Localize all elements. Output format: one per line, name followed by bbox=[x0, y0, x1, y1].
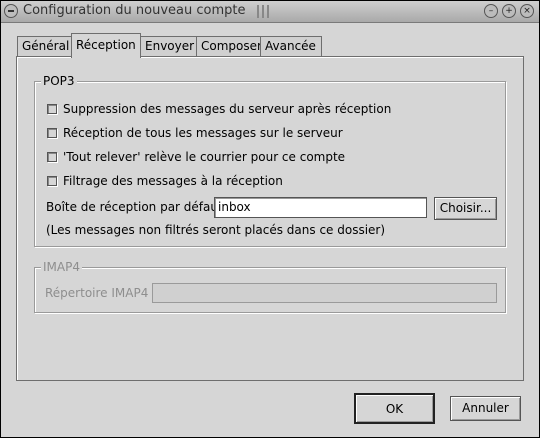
option-label: Réception de tous les messages sur le se… bbox=[63, 126, 343, 140]
pop3-legend: POP3 bbox=[41, 74, 77, 88]
option-fetch-all[interactable]: 'Tout relever' relève le courrier pour c… bbox=[47, 149, 345, 165]
imap4-directory-input[interactable] bbox=[152, 283, 497, 303]
tab-composer[interactable]: Composer bbox=[196, 36, 262, 57]
title-grip-icon bbox=[257, 5, 269, 18]
checkbox[interactable] bbox=[47, 104, 57, 114]
inbox-input[interactable]: inbox bbox=[214, 197, 427, 218]
tab-reception[interactable]: Réception bbox=[71, 33, 141, 58]
option-delete-after-receive[interactable]: Suppression des messages du serveur aprè… bbox=[47, 101, 391, 117]
title-bar[interactable]: Configuration du nouveau compte – + × bbox=[1, 1, 539, 23]
tab-avancee[interactable]: Avancée bbox=[260, 36, 322, 57]
option-receive-all[interactable]: Réception de tous les messages sur le se… bbox=[47, 125, 343, 141]
ok-button[interactable]: OK bbox=[354, 393, 435, 424]
imap4-directory-label: Répertoire IMAP4 bbox=[45, 286, 149, 300]
choose-folder-button[interactable]: Choisir... bbox=[434, 197, 497, 220]
tab-general[interactable]: Général bbox=[17, 36, 72, 57]
option-label: 'Tout relever' relève le courrier pour c… bbox=[63, 150, 346, 164]
cancel-button[interactable]: Annuler bbox=[450, 396, 521, 421]
option-filter-on-receive[interactable]: Filtrage des messages à la réception bbox=[47, 173, 283, 189]
inbox-note: (Les messages non filtrés seront placés … bbox=[46, 223, 386, 237]
dialog-window: Configuration du nouveau compte – + × Gé… bbox=[0, 0, 540, 438]
checkbox[interactable] bbox=[47, 128, 57, 138]
window-menu-icon[interactable] bbox=[4, 4, 18, 18]
maximize-icon[interactable]: + bbox=[502, 4, 516, 18]
tab-envoyer[interactable]: Envoyer bbox=[140, 36, 197, 57]
option-label: Suppression des messages du serveur aprè… bbox=[63, 102, 392, 116]
option-label: Filtrage des messages à la réception bbox=[63, 174, 283, 188]
minimize-icon[interactable]: – bbox=[484, 4, 498, 18]
close-icon[interactable]: × bbox=[520, 4, 534, 18]
checkbox[interactable] bbox=[47, 152, 57, 162]
inbox-label: Boîte de réception par défaut bbox=[46, 200, 223, 214]
window-title: Configuration du nouveau compte bbox=[23, 3, 246, 18]
imap4-legend: IMAP4 bbox=[41, 260, 82, 274]
checkbox[interactable] bbox=[47, 176, 57, 186]
